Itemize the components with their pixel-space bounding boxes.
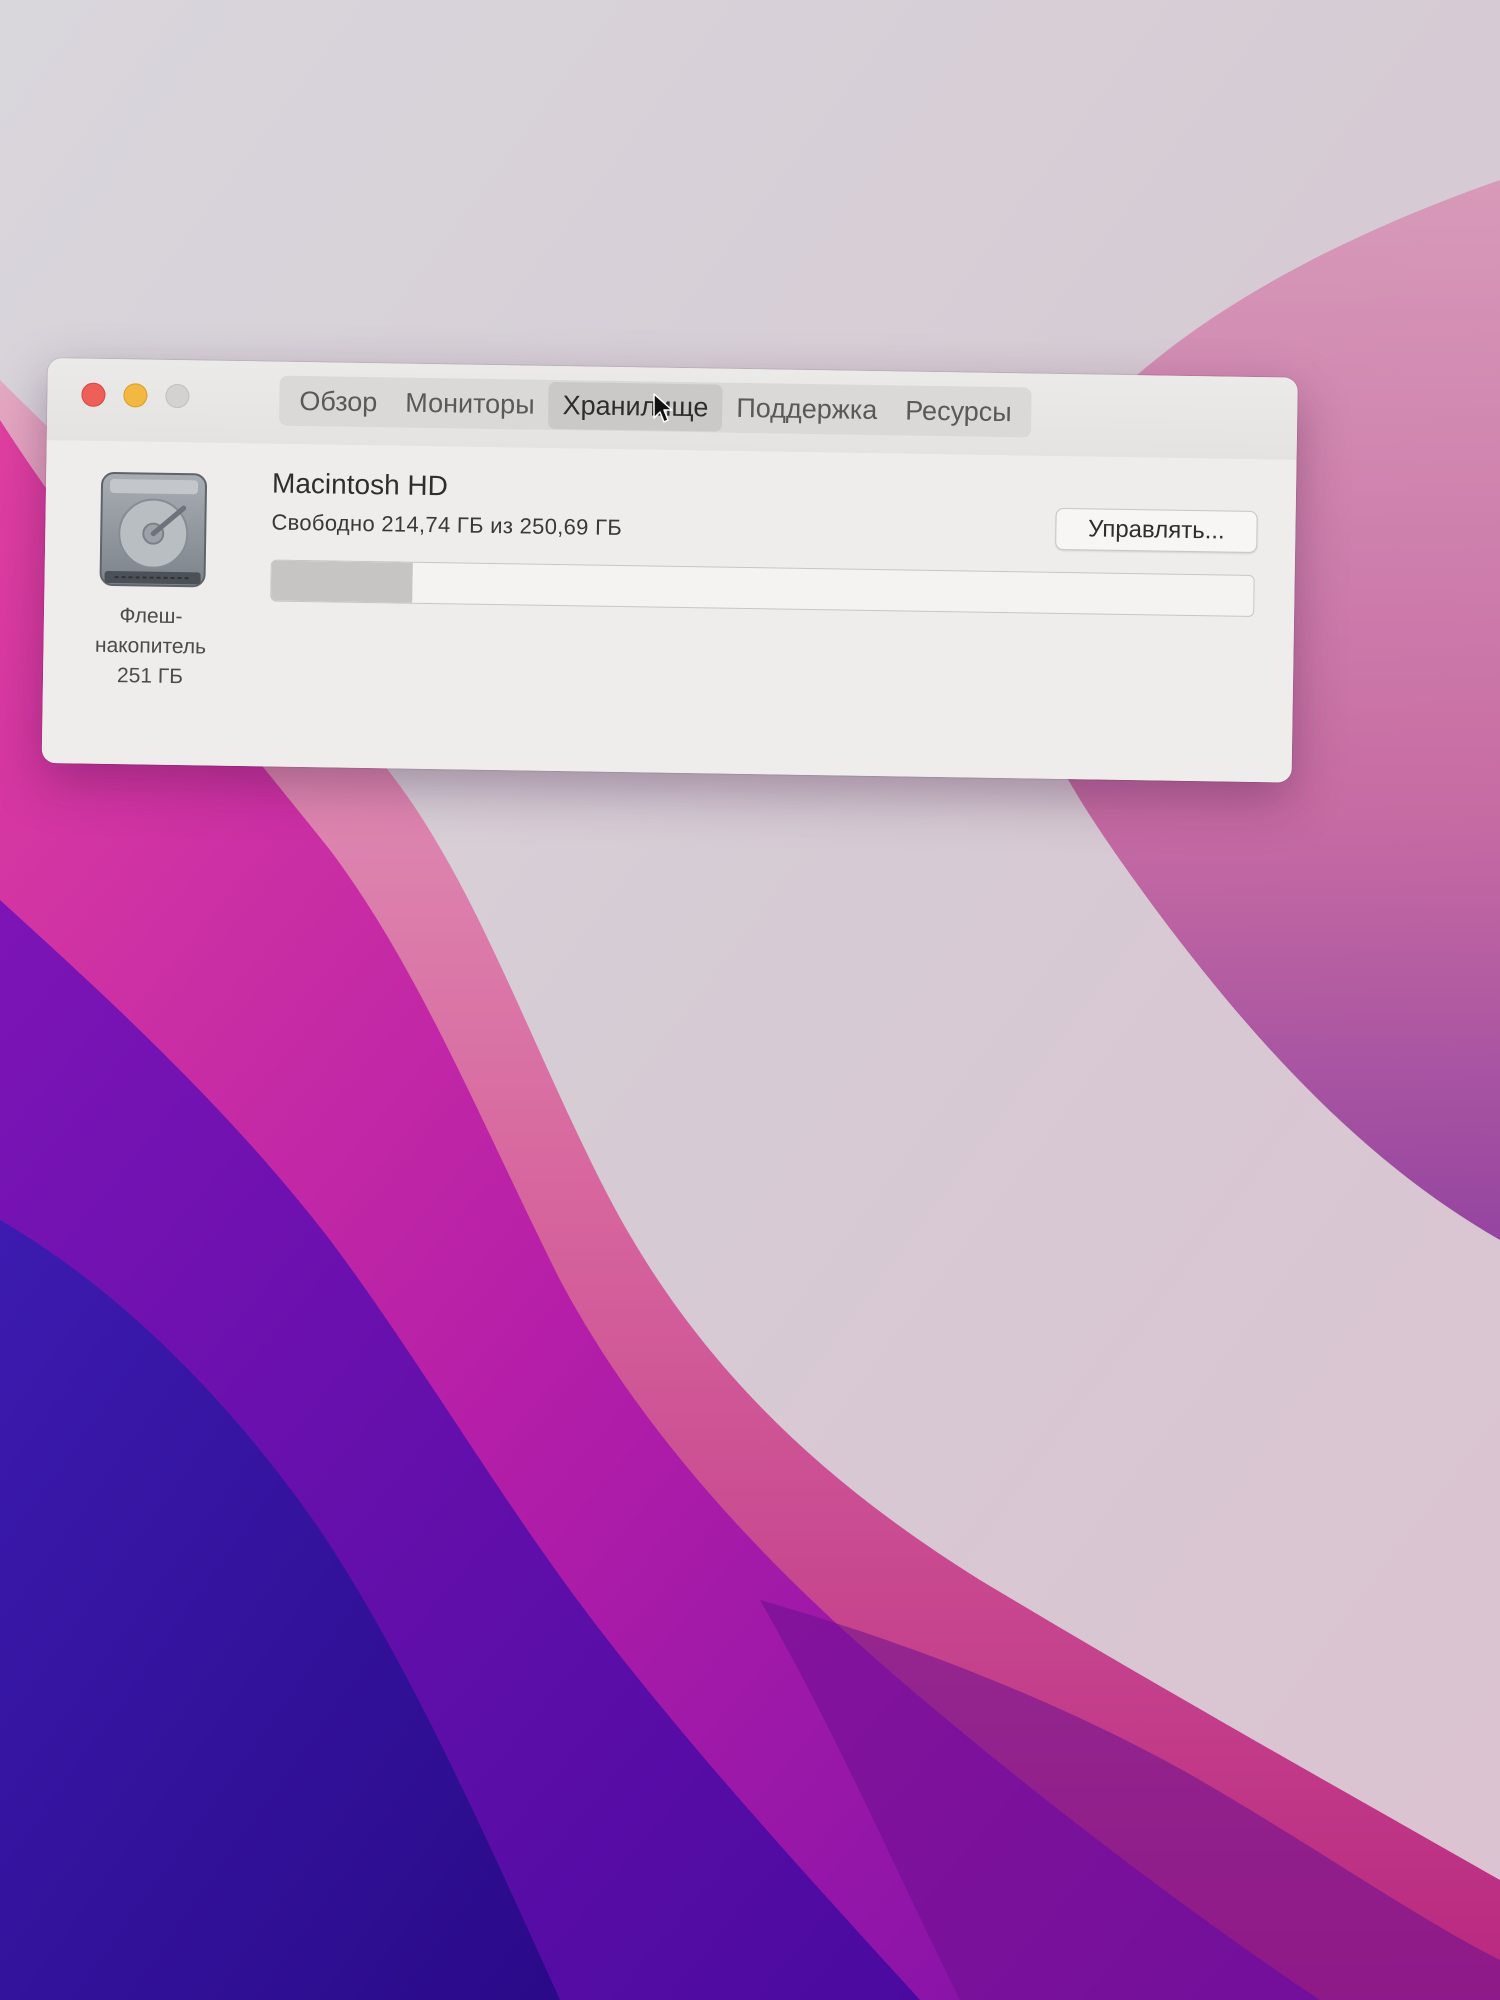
desktop: Обзор Мониторы Хранилище Поддержка Ресур… [0, 0, 1500, 2000]
storage-usage-bar [270, 559, 1255, 617]
disk-caption: Флеш- накопитель 251 ГБ [65, 600, 236, 693]
volume-free-space: Свободно 214,74 ГБ из 250,69 ГБ [271, 509, 623, 541]
zoom-window-button[interactable] [165, 383, 190, 409]
manage-storage-button[interactable]: Управлять... [1055, 507, 1258, 554]
volume-name: Macintosh HD [271, 467, 449, 502]
tab-storage[interactable]: Хранилище [548, 381, 723, 432]
tab-support[interactable]: Поддержка [722, 384, 892, 434]
disk-capacity: 251 ГБ [116, 664, 184, 689]
storage-used-segment [271, 560, 413, 603]
minimize-window-button[interactable] [123, 383, 148, 408]
mouse-pointer-icon [653, 393, 673, 423]
storage-pane: Флеш- накопитель 251 ГБ Macintosh HD Сво… [41, 439, 1297, 783]
disk-type-line1: Флеш- [119, 604, 183, 629]
wallpaper [0, 0, 1500, 2000]
tab-overview[interactable]: Обзор [285, 377, 392, 426]
tab-resources[interactable]: Ресурсы [891, 387, 1026, 436]
disk-type-line2: накопитель [94, 633, 207, 659]
close-window-button[interactable] [81, 382, 106, 407]
hard-drive-icon [99, 472, 208, 588]
tab-displays[interactable]: Мониторы [391, 379, 549, 428]
